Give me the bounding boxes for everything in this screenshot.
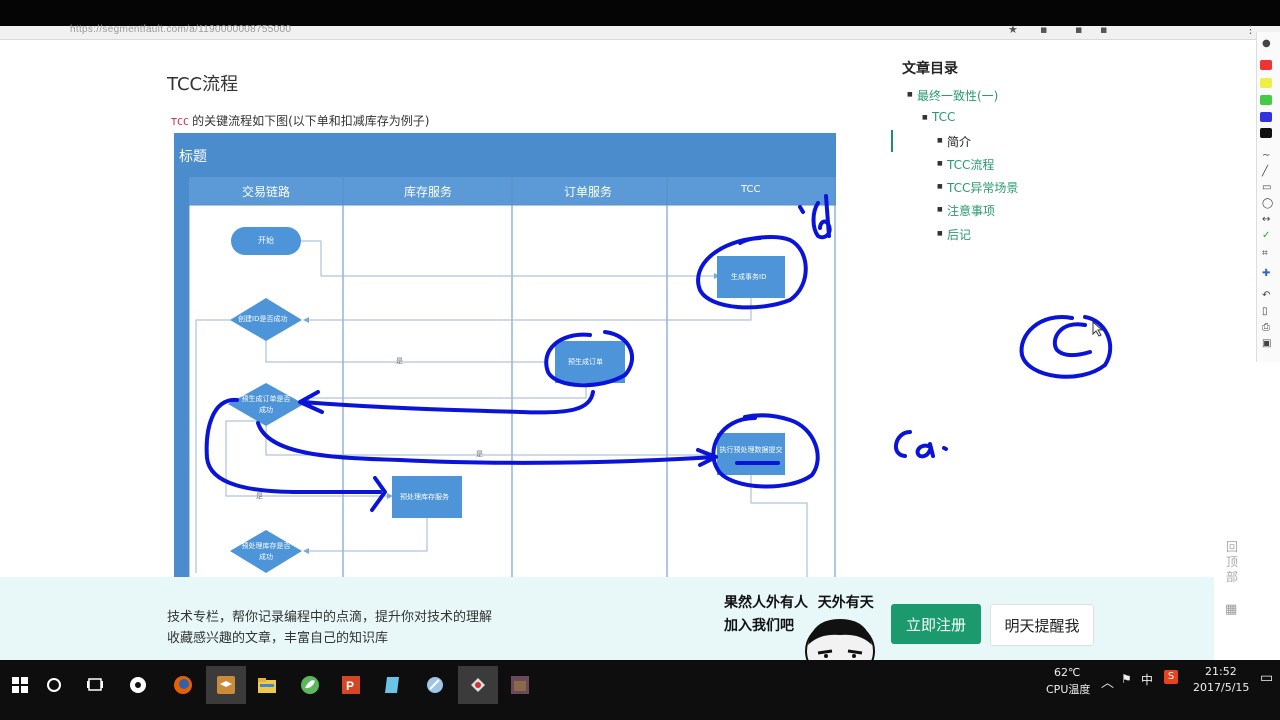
ime-indicator[interactable]: 中 — [1141, 671, 1153, 688]
node-label-pre-stock: 预处理库存服务 — [400, 493, 449, 501]
lane-label-stock: 库存服务 — [404, 185, 453, 199]
banner-line-2: 收藏感兴趣的文章，丰富自己的知识库 — [167, 631, 389, 646]
lane-label-order: 订单服务 — [564, 185, 613, 199]
back-to-top-char: 回 — [1225, 540, 1238, 554]
check-icon[interactable]: ✓ — [1262, 230, 1276, 241]
undo-icon[interactable]: ↶ — [1262, 290, 1276, 301]
back-to-top-char: 顶 — [1225, 555, 1238, 569]
toc-item[interactable]: 注意事项 — [937, 202, 995, 219]
page-icon[interactable]: ▯ — [1262, 306, 1276, 317]
back-to-top-button[interactable]: 回 顶 部 — [1222, 540, 1242, 585]
app-pinwheel-icon[interactable] — [118, 666, 158, 704]
lane-label-tcc: TCC — [741, 184, 761, 195]
diagram-side-bar — [174, 177, 189, 578]
crop-icon[interactable]: ⌗ — [1262, 248, 1276, 259]
image-icon[interactable]: ▣ — [1262, 338, 1276, 349]
toc-item[interactable]: 后记 — [937, 226, 971, 243]
toc-item[interactable]: TCC异常场景 — [937, 179, 1018, 196]
notification-center-icon[interactable]: ▭ — [1260, 670, 1273, 686]
section-title: TCC流程 — [167, 74, 239, 95]
freehand-icon[interactable]: ∼ — [1262, 150, 1276, 161]
drawing-app-icon[interactable] — [458, 666, 498, 704]
record-icon[interactable]: ● — [1262, 38, 1276, 49]
url-text[interactable]: https://segmentfault.com/a/1190000008755… — [70, 24, 291, 35]
extension-icon[interactable]: ▪ — [1100, 23, 1107, 36]
pen-color-blue[interactable] — [1260, 112, 1272, 122]
pen-color-green[interactable] — [1260, 95, 1272, 105]
node-label-pre-order: 预生成订单 — [568, 358, 603, 366]
powerpoint-icon[interactable]: P — [331, 666, 371, 704]
extension-icon[interactable]: ▪ — [1075, 23, 1082, 36]
back-to-top-char: 部 — [1225, 570, 1238, 584]
task-view-icon[interactable] — [75, 666, 115, 704]
pen-color-yellow[interactable] — [1260, 78, 1272, 88]
tray-app-icon[interactable]: ⚑ — [1121, 672, 1132, 686]
node-label-gen-txn-id: 生成事务ID — [731, 273, 767, 281]
remind-tomorrow-button[interactable]: 明天提醒我 — [990, 604, 1094, 646]
rectangle-icon[interactable]: ▭ — [1262, 182, 1276, 193]
toc-active-indicator — [891, 130, 893, 152]
diagram-title: 标题 — [179, 149, 207, 165]
banner-line-1: 技术专栏，帮你记录编程中的点滴，提升你对技术的理解 — [167, 610, 493, 625]
promo-line-1: 果然人外有人 天外有天 — [724, 595, 874, 611]
edge-label-yes: 是 — [396, 357, 403, 365]
ellipse-icon[interactable]: ◯ — [1262, 198, 1276, 209]
node-label-start: 开始 — [258, 236, 274, 245]
print-icon[interactable]: ⎙ — [1262, 322, 1276, 333]
toc-title: 文章目录 — [902, 61, 958, 77]
tray-expand-icon[interactable]: ︿ — [1101, 672, 1114, 691]
clock-time[interactable]: 21:52 — [1205, 665, 1237, 678]
annotation-toolbar: ● ∼ ╱ ▭ ◯ ↔ ✓ ⌗ ✚ ↶ ▯ ⎙ ▣ — [1256, 32, 1280, 362]
toc-item[interactable]: TCC — [922, 110, 956, 124]
node-label-create-id-check: 创建ID是否成功 — [238, 315, 288, 323]
intro-text: 的关键流程如下图(以下单和扣减库存为例子) — [192, 114, 430, 128]
sogou-ime-icon[interactable]: S — [1164, 670, 1178, 684]
svg-text:P: P — [346, 679, 354, 693]
firefox-icon[interactable] — [163, 666, 203, 704]
graduation-app-icon[interactable] — [206, 666, 246, 704]
clock-date[interactable]: 2017/5/15 — [1193, 681, 1249, 694]
node-label-pre-order-check: 预生成订单是否成功 — [241, 395, 291, 414]
cpu-temp-label: CPU温度 — [1046, 683, 1091, 696]
windows-taskbar: P 62℃ CPU温度 ︿ ⚑ 中 S 21:52 2017/5/15 ▭ — [0, 660, 1280, 720]
diagram-title-bar — [174, 133, 836, 177]
browser-titlebar — [0, 0, 1280, 26]
node-label-execute-pre: 执行预处理数据提交 — [719, 446, 783, 454]
edge-label-yes: 是 — [476, 450, 483, 458]
green-leaf-app-icon[interactable] — [290, 666, 330, 704]
promo-line-2: 加入我们吧 — [724, 618, 794, 634]
toc-item[interactable]: 最终一致性(一) — [907, 87, 998, 104]
line-icon[interactable]: ╱ — [1262, 166, 1276, 177]
browser-address-bar[interactable]: https://segmentfault.com/a/1190000008755… — [0, 23, 1280, 40]
edge-label-yes: 是 — [256, 492, 263, 500]
pen-color-red[interactable] — [1260, 60, 1272, 70]
notes-app-icon[interactable] — [373, 666, 413, 704]
extension-icon[interactable]: ▪ — [1040, 23, 1047, 36]
toc-item[interactable]: TCC流程 — [937, 156, 994, 173]
lane-label-trade: 交易链路 — [242, 185, 291, 199]
file-explorer-icon[interactable] — [247, 666, 287, 704]
pen-color-black[interactable] — [1260, 128, 1272, 138]
arrow-icon[interactable]: ↔ — [1262, 214, 1276, 225]
mouse-cursor-icon — [1092, 321, 1104, 337]
qr-code-icon[interactable]: ▦ — [1225, 602, 1237, 617]
media-app-icon[interactable] — [500, 666, 540, 704]
star-icon[interactable]: ★ — [1008, 23, 1018, 36]
zoom-icon[interactable]: ✚ — [1262, 268, 1276, 279]
menu-icon[interactable]: ⋮ — [1245, 23, 1256, 36]
tool-app-icon[interactable] — [415, 666, 455, 704]
cpu-temp-value: 62℃ — [1054, 666, 1081, 679]
toc-item-active[interactable]: 简介 — [937, 133, 971, 150]
windows-logo-icon — [12, 677, 28, 693]
register-button[interactable]: 立即注册 — [891, 604, 981, 644]
node-label-pre-stock-check: 预处理库存是否成功 — [241, 542, 291, 561]
tcc-flow-diagram: 标题 交易链路 库存服务 订单服务 TCC 开始 创建ID是否成功 生成事务ID… — [174, 133, 836, 578]
search-circle-icon[interactable] — [34, 666, 74, 704]
inline-code: TCC — [171, 117, 190, 128]
intro-paragraph: TCC 的关键流程如下图(以下单和扣减库存为例子) — [171, 112, 429, 129]
